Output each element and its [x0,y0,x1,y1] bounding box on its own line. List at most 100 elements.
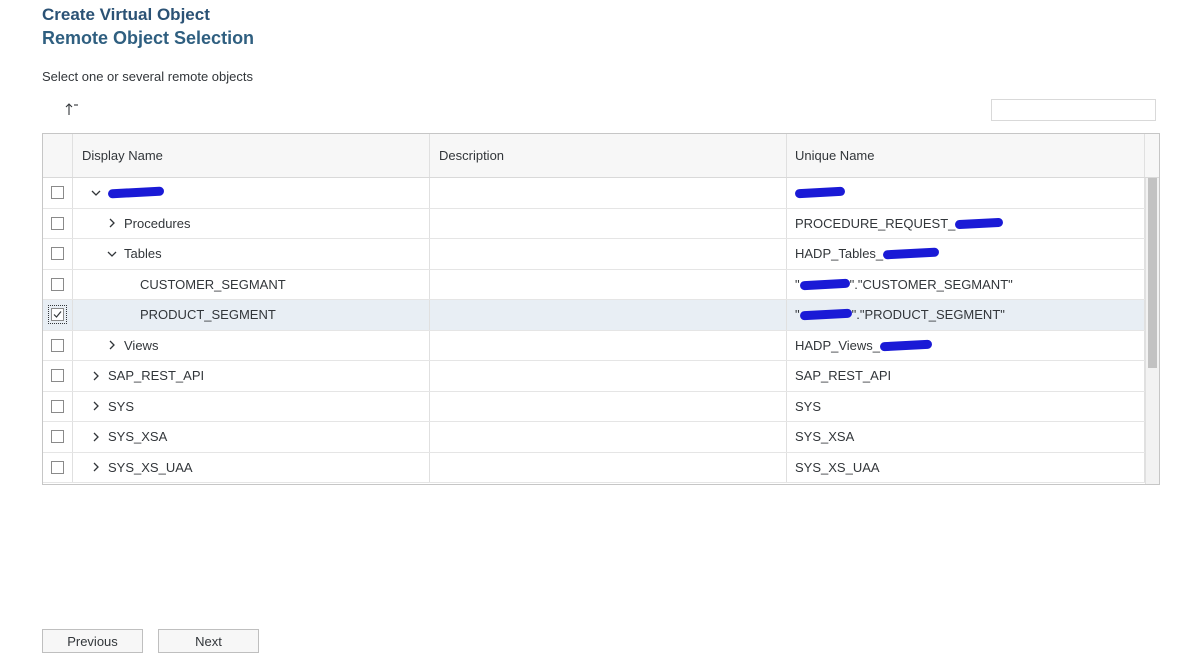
unique-name-prefix: " [795,276,800,292]
row-select-cell [43,269,73,299]
unique-name-text: PROCEDURE_REQUEST_ [795,215,956,231]
header-scroll-spacer [1145,134,1159,177]
display-name-cell: Views [73,330,430,360]
create-virtual-object-page: Create Virtual Object Remote Object Sele… [0,0,1184,659]
display-name-cell [73,178,430,208]
unique-name-cell [787,178,1145,208]
description-cell [430,300,787,330]
row-checkbox[interactable] [51,338,64,352]
table-body: Procedures PROCEDURE_REQUEST_ Tables HADP_T… [43,178,1145,484]
unique-name-cell: SAP_REST_API [787,361,1145,391]
description-cell [430,330,787,360]
display-name-text: Views [124,337,159,353]
row-checkbox-checked[interactable] [48,305,67,325]
display-name-text: CUSTOMER_SEGMANT [140,276,286,292]
display-name-text: SAP_REST_API [108,368,205,384]
table-row[interactable]: CUSTOMER_SEGMANT " "."CUSTOMER_SEGMANT" [43,269,1145,300]
table-row[interactable]: Procedures PROCEDURE_REQUEST_ [43,208,1145,239]
unique-name-text: SAP_REST_API [795,368,892,384]
sort-ascending-icon[interactable] [63,101,81,117]
display-name-cell: SYS [73,391,430,421]
chevron-down-icon[interactable] [88,185,104,201]
chevron-right-icon[interactable] [88,459,104,475]
chevron-down-icon[interactable] [104,246,120,262]
row-select-cell [43,422,73,452]
unique-name-cell: SYS [787,391,1145,421]
table-row[interactable]: Views HADP_Views_ [43,330,1145,361]
row-select-cell [43,208,73,238]
description-cell [430,361,787,391]
search-input[interactable] [991,99,1156,121]
display-name-cell: SAP_REST_API [73,361,430,391]
row-select-cell [43,300,73,330]
unique-name-cell: " "."CUSTOMER_SEGMANT" [787,269,1145,299]
chevron-right-icon[interactable] [88,398,104,414]
table-row[interactable]: Tables HADP_Tables_ [43,239,1145,270]
description-cell [430,208,787,238]
row-checkbox[interactable] [51,460,64,474]
description-cell [430,239,787,269]
unique-name-cell: " "."PRODUCT_SEGMENT" [787,300,1145,330]
table-row[interactable]: PRODUCT_SEGMENT " "."PRODUCT_SEGMENT" [43,300,1145,331]
row-checkbox[interactable] [51,430,64,444]
redacted-mark [794,186,846,199]
row-checkbox[interactable] [51,277,64,291]
row-checkbox[interactable] [51,247,64,261]
row-checkbox[interactable] [51,369,64,383]
instruction-text: Select one or several remote objects [42,69,253,84]
redacted-mark [879,339,933,352]
scrollbar-thumb[interactable] [1148,178,1157,368]
display-name-cell: SYS_XSA [73,422,430,452]
vertical-scrollbar[interactable] [1145,178,1159,484]
description-cell [430,422,787,452]
redacted-mark [799,308,852,321]
unique-name-text: SYS_XS_UAA [795,459,880,475]
row-select-cell [43,391,73,421]
checkmark-icon [53,311,62,319]
unique-name-text: SYS [795,398,822,414]
display-name-cell: SYS_XS_UAA [73,452,430,482]
display-name-text: PRODUCT_SEGMENT [140,307,276,323]
chevron-right-icon[interactable] [104,215,120,231]
row-select-cell [43,361,73,391]
display-name-text: Tables [124,246,162,262]
unique-name-text: "."CUSTOMER_SEGMANT" [849,276,1013,292]
chevron-right-icon[interactable] [88,429,104,445]
table-header: Display Name Description Unique Name [43,134,1159,178]
previous-button[interactable]: Previous [42,629,143,653]
page-subtitle: Remote Object Selection [42,28,255,48]
row-checkbox[interactable] [51,216,64,230]
chevron-right-icon[interactable] [88,368,104,384]
row-select-cell [43,178,73,208]
unique-name-text: HADP_Views_ [795,337,881,353]
display-name-text: SYS_XS_UAA [108,459,193,475]
unique-name-text: "."PRODUCT_SEGMENT" [851,307,1005,323]
column-header-description[interactable]: Description [430,134,787,177]
table-row[interactable]: SYS SYS [43,391,1145,422]
description-cell [430,178,787,208]
select-all-header [43,134,73,177]
table-row[interactable] [43,178,1145,209]
unique-name-cell: HADP_Tables_ [787,239,1145,269]
display-name-text: Procedures [124,215,191,231]
unique-name-text: SYS_XSA [795,429,855,445]
unique-name-text: HADP_Tables_ [795,246,884,262]
chevron-right-icon[interactable] [104,337,120,353]
unique-name-prefix: " [795,307,800,323]
unique-name-cell: HADP_Views_ [787,330,1145,360]
row-select-cell [43,330,73,360]
table-row[interactable]: SYS_XSA SYS_XSA [43,422,1145,453]
next-button[interactable]: Next [158,629,259,653]
description-cell [430,452,787,482]
row-checkbox[interactable] [51,186,64,200]
row-select-cell [43,239,73,269]
table-row[interactable]: SAP_REST_API SAP_REST_API [43,361,1145,392]
display-name-text: SYS_XSA [108,429,168,445]
unique-name-cell: PROCEDURE_REQUEST_ [787,208,1145,238]
column-header-display-name[interactable]: Display Name [73,134,430,177]
remote-objects-table: Display Name Description Unique Name Pro… [42,133,1160,485]
table-row[interactable]: SYS_XS_UAA SYS_XS_UAA [43,452,1145,483]
column-header-unique-name[interactable]: Unique Name [787,134,1145,177]
row-checkbox[interactable] [51,399,64,413]
description-cell [430,269,787,299]
